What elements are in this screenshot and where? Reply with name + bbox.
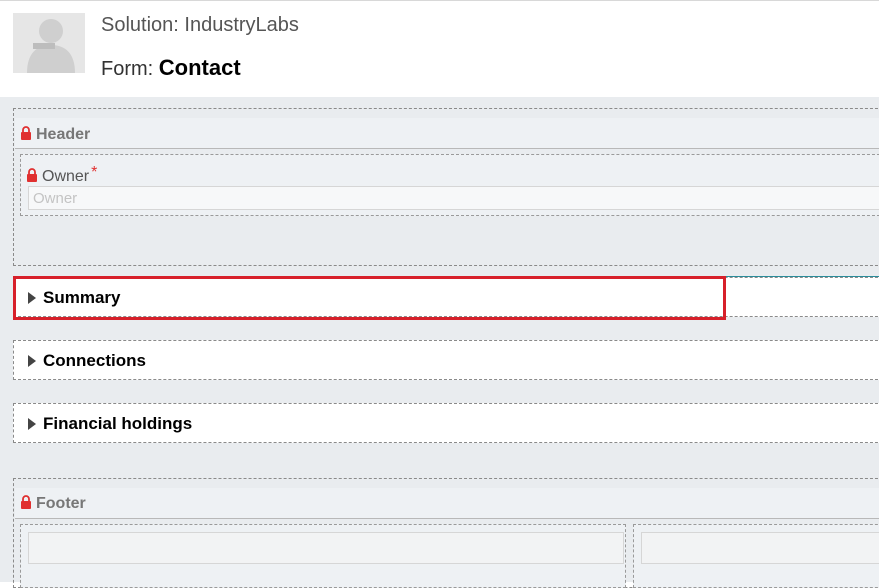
person-icon (27, 19, 75, 73)
footer-section-bar (15, 488, 879, 519)
tab-summary-underline (726, 276, 879, 277)
owner-label-text: Owner (42, 168, 90, 185)
lock-icon (21, 126, 31, 140)
form-header-bar: Solution: IndustryLabs Form: Contact (0, 0, 879, 97)
expand-triangle-icon[interactable] (28, 418, 36, 430)
header-title-text: Header (36, 126, 91, 143)
footer-title-text: Footer (36, 495, 86, 512)
lock-icon (27, 168, 37, 182)
header-section-bar (15, 118, 879, 149)
solution-title: Solution: IndustryLabs (101, 14, 299, 37)
header-section-title: Header (20, 126, 90, 144)
form-title: Form: Contact (101, 55, 241, 81)
form-name: Contact (158, 55, 241, 80)
solution-label: Solution: (101, 14, 185, 36)
owner-input[interactable]: Owner (28, 186, 879, 210)
footer-section-title: Footer (20, 495, 86, 513)
tab-financial-holdings[interactable]: Financial holdings (13, 403, 879, 443)
solution-name: IndustryLabs (184, 14, 299, 36)
footer-field-left[interactable] (28, 532, 624, 564)
tab-connections[interactable]: Connections (13, 340, 879, 380)
tab-financial-holdings-label: Financial holdings (43, 414, 193, 433)
owner-label: Owner * (26, 164, 97, 186)
expand-triangle-icon[interactable] (28, 355, 36, 367)
lock-icon (21, 495, 31, 509)
required-asterisk: * (91, 164, 98, 181)
tab-connections-label: Connections (43, 351, 146, 370)
form-label: Form: (101, 58, 159, 80)
summary-highlight-box (13, 276, 726, 320)
entity-avatar (13, 13, 85, 73)
footer-field-right[interactable] (641, 532, 879, 564)
